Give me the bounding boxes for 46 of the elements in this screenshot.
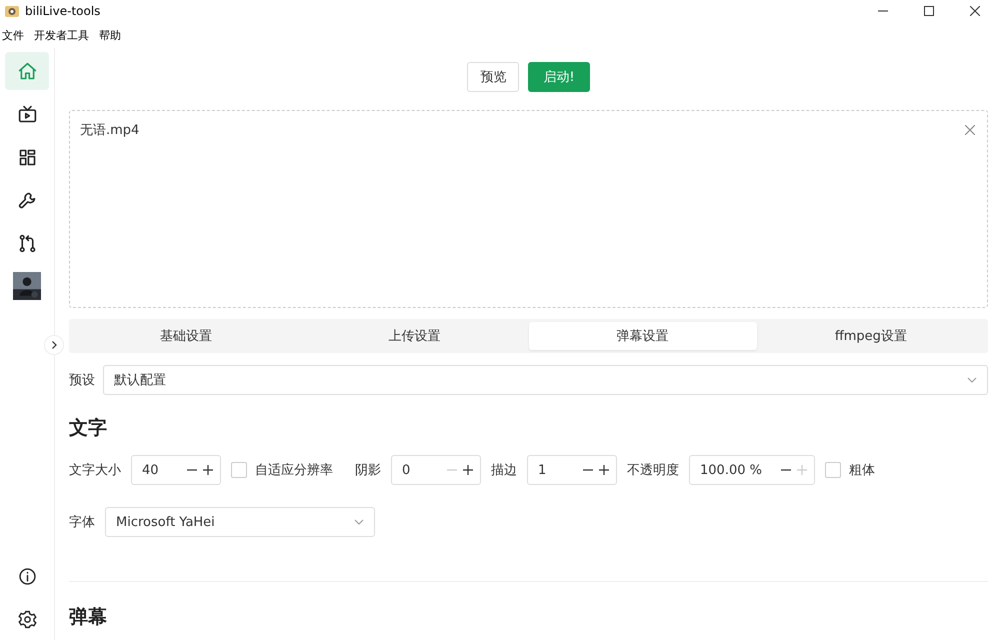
chevron-right-icon xyxy=(49,340,59,350)
checkbox[interactable] xyxy=(231,462,247,478)
checkbox-label: 自适应分辨率 xyxy=(255,462,333,479)
number-input[interactable]: 100.00 % xyxy=(689,455,815,485)
chevron-down-icon xyxy=(967,377,977,383)
grid-icon xyxy=(16,146,38,168)
tab[interactable]: 基础设置 xyxy=(72,322,300,350)
number-input[interactable]: 1 xyxy=(527,455,617,485)
tab[interactable]: 弹幕设置 xyxy=(528,322,757,350)
preset-select[interactable]: 默认配置 xyxy=(103,365,988,395)
maximize-icon[interactable] xyxy=(924,6,934,16)
home-icon xyxy=(16,60,38,82)
number-input[interactable]: 0 xyxy=(391,455,481,485)
tab[interactable]: 上传设置 xyxy=(300,322,528,350)
tv-icon xyxy=(16,104,38,124)
field-label: 描边 xyxy=(491,462,517,479)
field-label: 预设 xyxy=(69,372,95,389)
menu-item[interactable]: 开发者工具 xyxy=(34,28,89,42)
settings-icon xyxy=(16,608,38,630)
field-label: 字体 xyxy=(69,514,95,531)
branch-icon xyxy=(16,232,38,254)
chevron-down-icon xyxy=(354,519,364,525)
number-input[interactable]: 40 xyxy=(131,455,221,485)
section-heading: 弹幕 xyxy=(69,605,108,630)
tab[interactable]: ffmpeg设置 xyxy=(756,322,985,350)
plus-icon[interactable] xyxy=(462,464,474,476)
file-name: 无语.mp4 xyxy=(80,122,140,139)
field-label: 阴影 xyxy=(355,462,381,479)
menu-item[interactable]: 帮助 xyxy=(99,28,121,42)
section-heading: 文字 xyxy=(69,416,108,441)
file-drop-area[interactable]: 无语.mp4 xyxy=(69,110,988,308)
checkbox[interactable] xyxy=(825,462,841,478)
font-select[interactable]: Microsoft YaHei xyxy=(105,507,375,537)
preview-button[interactable]: 预览 xyxy=(467,62,520,92)
menu-item[interactable]: 文件 xyxy=(2,28,24,42)
wrench-icon xyxy=(16,190,38,210)
info-icon xyxy=(16,566,38,586)
expand-button[interactable] xyxy=(44,335,64,355)
window-title: biliLive-tools xyxy=(25,4,100,18)
field-label: 文字大小 xyxy=(69,462,121,479)
plus-icon[interactable] xyxy=(202,464,214,476)
app-logo-icon xyxy=(4,3,20,19)
field-label: 不透明度 xyxy=(627,462,679,479)
plus-icon[interactable] xyxy=(598,464,610,476)
close-icon[interactable] xyxy=(970,6,980,16)
checkbox-label: 粗体 xyxy=(849,462,875,479)
